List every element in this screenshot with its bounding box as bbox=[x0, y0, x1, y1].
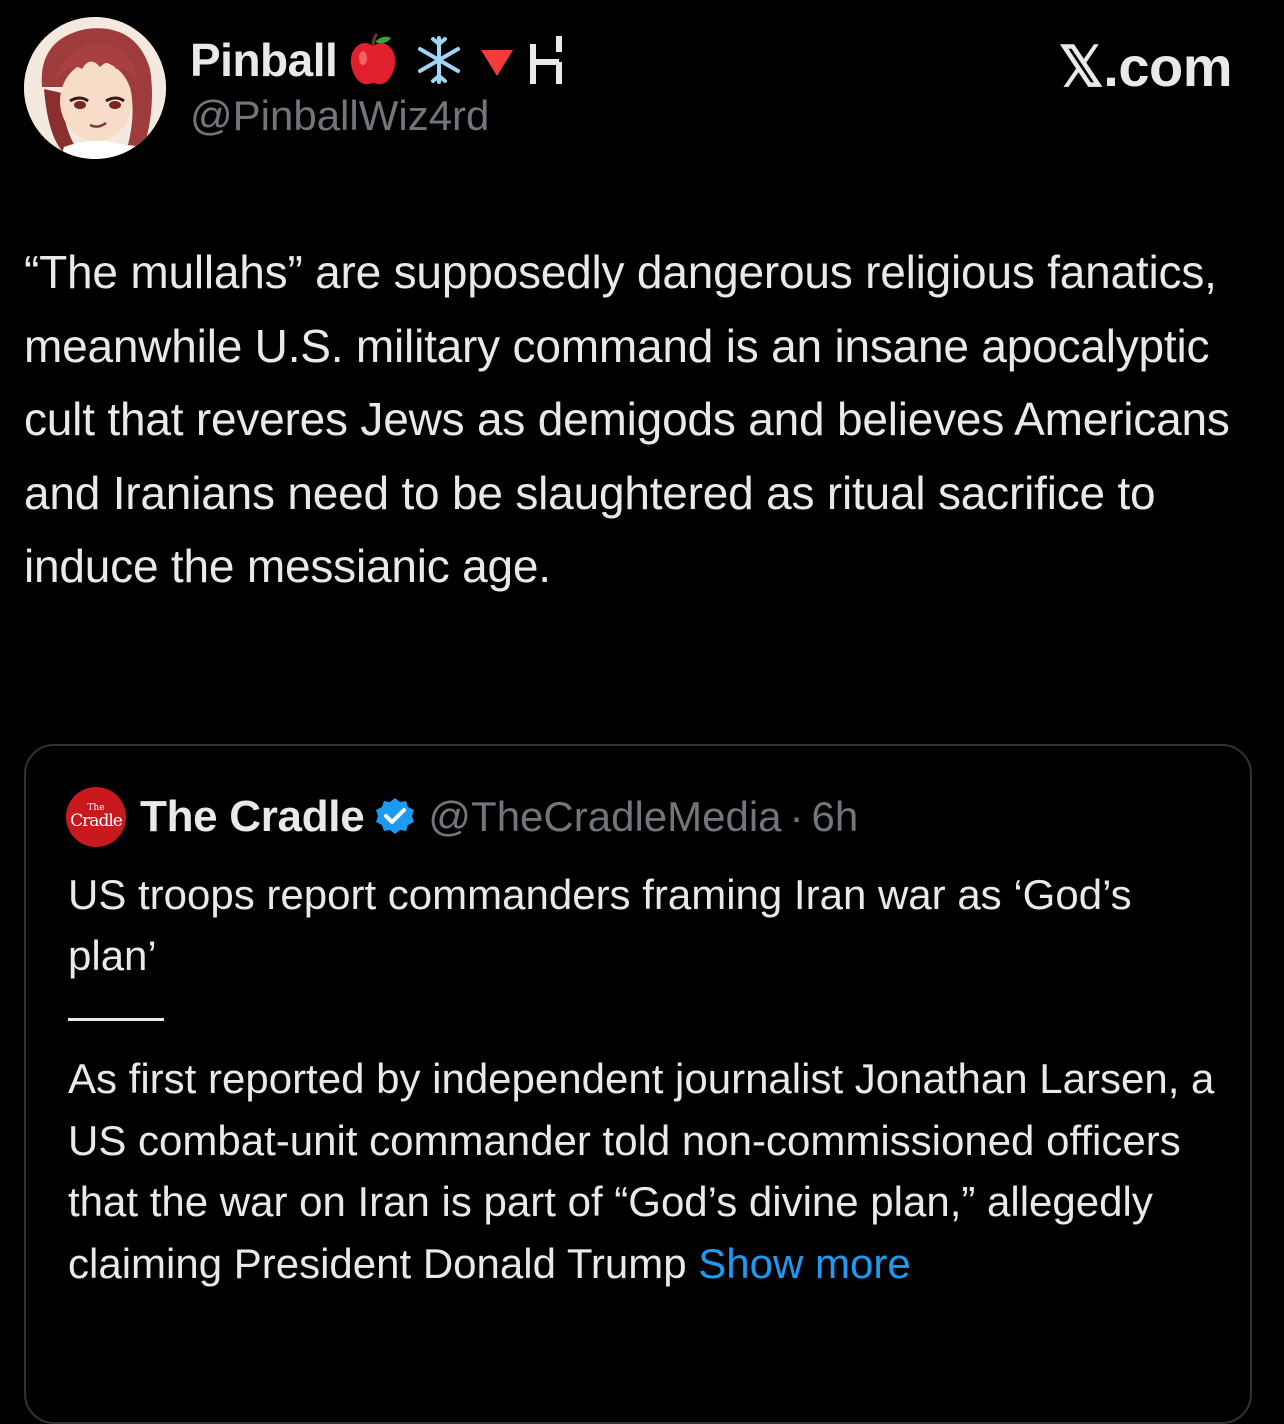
cradle-logo: The Cradle bbox=[66, 787, 126, 847]
red-triangle-down-icon bbox=[475, 30, 519, 90]
tweet-header: Pinball @PinballWiz4rd 𝕏.com bbox=[0, 0, 1284, 180]
author-handle[interactable]: @PinballWiz4rd bbox=[190, 92, 489, 140]
cradle-logo-big-text: Cradle bbox=[70, 811, 123, 831]
separator-dot: · bbox=[789, 793, 804, 840]
quoted-author-avatar[interactable]: The Cradle bbox=[66, 787, 126, 847]
quoted-tweet-timestamp[interactable]: 6h bbox=[812, 793, 859, 841]
site-brand-label: 𝕏.com bbox=[1058, 35, 1233, 98]
red-apple-icon bbox=[343, 30, 403, 90]
author-avatar[interactable] bbox=[24, 17, 166, 159]
headline-divider bbox=[68, 1018, 164, 1021]
author-display-name[interactable]: Pinball bbox=[190, 33, 338, 87]
quoted-tweet-header: The Cradle The Cradle @TheCradleMedia · … bbox=[66, 786, 858, 848]
verified-badge-icon bbox=[374, 796, 416, 838]
quoted-author-display-name[interactable]: The Cradle bbox=[140, 792, 365, 842]
quoted-tweet-card[interactable]: The Cradle The Cradle @TheCradleMedia · … bbox=[24, 744, 1252, 1424]
h-glyph-icon bbox=[525, 30, 575, 90]
quoted-author-handle[interactable]: @TheCradleMedia bbox=[428, 793, 781, 841]
tweet-text: “The mullahs” are supposedly dangerous r… bbox=[24, 246, 1230, 592]
snowflake-icon bbox=[409, 30, 469, 90]
quoted-tweet-body-text: As first reported by independent journal… bbox=[68, 1055, 1215, 1287]
author-name-row: Pinball bbox=[190, 30, 575, 90]
anime-avatar-image bbox=[24, 17, 166, 159]
quoted-tweet-headline: US troops report commanders framing Iran… bbox=[68, 871, 1132, 979]
show-more-link[interactable]: Show more bbox=[698, 1240, 910, 1287]
quoted-tweet-body: As first reported by independent journal… bbox=[68, 1048, 1218, 1294]
